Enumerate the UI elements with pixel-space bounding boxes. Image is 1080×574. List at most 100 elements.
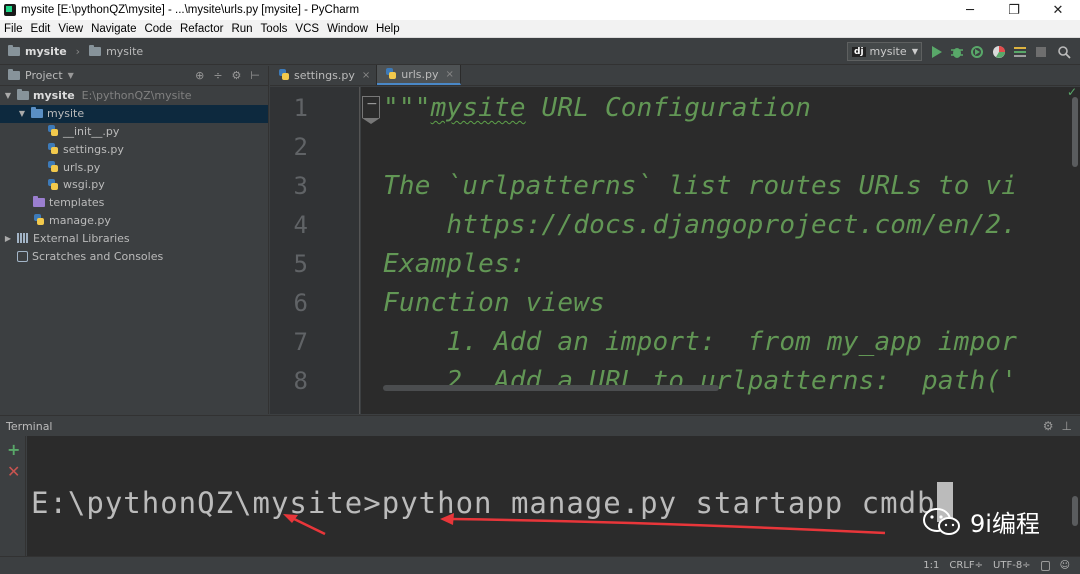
lock-icon[interactable] xyxy=(1040,560,1050,571)
watermark-text: 9i编程 xyxy=(970,510,1040,538)
project-view-title[interactable]: Project xyxy=(25,69,63,82)
menu-file[interactable]: File xyxy=(0,23,27,35)
run-config-name: mysite xyxy=(869,45,907,58)
menu-refactor[interactable]: Refactor xyxy=(176,23,227,35)
project-tools: ⊕ ÷ ⚙ ⊢ xyxy=(195,69,260,82)
search-icon[interactable] xyxy=(1057,45,1071,59)
file-name: settings.py xyxy=(63,142,124,156)
tree-item-file[interactable]: __init__.py xyxy=(0,123,268,141)
terminal-scrollbar[interactable] xyxy=(1072,496,1078,526)
close-tab-icon[interactable]: × xyxy=(362,70,370,81)
code-editor[interactable]: """mysite URL Configuration The `urlpatt… xyxy=(361,87,1080,414)
tree-item-file[interactable]: settings.py xyxy=(0,140,268,158)
menu-navigate[interactable]: Navigate xyxy=(87,23,140,35)
folder-icon xyxy=(8,45,20,56)
terminal-tools: ⚙ ⊥ xyxy=(1043,419,1072,433)
root-name: mysite xyxy=(33,89,75,103)
debug-icon[interactable] xyxy=(950,45,964,59)
tree-item-file[interactable]: wsgi.py xyxy=(0,176,268,194)
breadcrumb-root[interactable]: mysite xyxy=(25,45,67,58)
terminal-prompt: E:\pythonQZ\mysite> xyxy=(31,486,382,520)
spellcheck-word: mysite xyxy=(430,93,526,123)
menu-window[interactable]: Window xyxy=(323,23,372,35)
tree-item-file[interactable]: manage.py xyxy=(0,212,268,230)
inspector-icon[interactable]: ☺ xyxy=(1060,560,1070,571)
menu-bar: File Edit View Navigate Code Refactor Ru… xyxy=(0,20,1080,38)
code-line: https://docs.djangoproject.com/en/2. xyxy=(383,210,1018,240)
close-tab-icon[interactable]: × xyxy=(446,69,454,80)
docstring-quotes: """ xyxy=(383,93,431,123)
run-configuration-select[interactable]: dj mysite ▼ xyxy=(847,42,922,61)
python-file-icon xyxy=(47,143,59,155)
expanded-arrow-icon[interactable]: ▼ xyxy=(3,91,13,100)
hide-icon[interactable]: ⊥ xyxy=(1062,419,1072,433)
external-libraries-label: External Libraries xyxy=(33,231,130,245)
line-number: 3 xyxy=(293,172,308,200)
menu-help[interactable]: Help xyxy=(372,23,404,35)
terminal-header: Terminal ⚙ ⊥ xyxy=(0,415,1080,436)
build-icon[interactable] xyxy=(1013,45,1027,59)
python-file-icon xyxy=(47,178,59,191)
close-window-button[interactable]: ✕ xyxy=(1036,0,1080,20)
folder-icon xyxy=(89,45,102,56)
file-name: __init__.py xyxy=(63,124,120,138)
tree-item-file[interactable]: urls.py xyxy=(0,158,268,176)
watermark: 9i编程 xyxy=(922,504,1040,539)
tree-item-external-libraries[interactable]: ▶ External Libraries xyxy=(0,229,268,247)
chevron-down-icon[interactable]: ▼ xyxy=(68,71,74,80)
inspection-ok-icon[interactable]: ✓ xyxy=(1067,87,1077,99)
tab-urls-py[interactable]: urls.py × xyxy=(377,65,461,85)
horizontal-scrollbar[interactable] xyxy=(383,385,719,391)
line-number: 8 xyxy=(293,367,308,395)
menu-edit[interactable]: Edit xyxy=(27,23,55,35)
python-file-icon xyxy=(33,214,45,226)
tree-item-root[interactable]: ▼ mysite E:\pythonQZ\mysite xyxy=(0,87,268,105)
django-icon: dj xyxy=(852,46,866,57)
tree-item-scratches[interactable]: Scratches and Consoles xyxy=(0,247,268,265)
fold-marker-icon[interactable] xyxy=(362,96,380,124)
gear-icon[interactable]: ⚙ xyxy=(232,69,242,82)
editor-gutter: 1 2 3 4 5 6 7 8 xyxy=(270,87,360,414)
close-session-icon[interactable]: ✕ xyxy=(7,462,20,481)
project-tool-window: Project ▼ ⊕ ÷ ⚙ ⊢ ▼ mysite E:\pythonQZ\m… xyxy=(0,66,269,414)
expanded-arrow-icon[interactable]: ▼ xyxy=(17,109,27,118)
scratches-icon xyxy=(17,250,28,262)
line-number: 1 xyxy=(293,94,308,122)
gear-icon[interactable]: ⚙ xyxy=(1043,419,1054,433)
line-separator[interactable]: CRLF÷ xyxy=(949,560,983,571)
code-line: 1. Add an import: from my_app impor xyxy=(383,327,1018,357)
collapsed-arrow-icon[interactable]: ▶ xyxy=(3,234,13,243)
menu-vcs[interactable]: VCS xyxy=(291,23,323,35)
menu-tools[interactable]: Tools xyxy=(257,23,292,35)
line-number: 4 xyxy=(293,211,308,239)
menu-run[interactable]: Run xyxy=(227,23,256,35)
root-path: E:\pythonQZ\mysite xyxy=(81,89,192,103)
terminal-command: python manage.py startapp cmdb xyxy=(381,486,936,520)
run-icon[interactable] xyxy=(930,45,944,59)
hide-icon[interactable]: ⊢ xyxy=(250,69,260,82)
line-number: 2 xyxy=(293,133,308,161)
menu-code[interactable]: Code xyxy=(140,23,176,35)
file-encoding[interactable]: UTF-8÷ xyxy=(993,560,1031,571)
tab-settings-py[interactable]: settings.py × xyxy=(270,65,378,85)
terminal-output[interactable]: E:\pythonQZ\mysite>python manage.py star… xyxy=(27,436,1080,556)
locate-icon[interactable]: ⊕ xyxy=(195,69,204,82)
tree-item-package[interactable]: ▼ mysite xyxy=(0,104,268,123)
maximize-button[interactable]: ❐ xyxy=(992,0,1036,20)
chevron-down-icon: ▼ xyxy=(911,47,918,56)
vertical-scrollbar[interactable] xyxy=(1072,97,1078,167)
minimize-button[interactable]: ─ xyxy=(948,0,992,20)
wechat-logo-icon xyxy=(923,507,960,535)
tree-item-templates[interactable]: templates xyxy=(0,194,268,212)
breadcrumb: mysite › mysite xyxy=(8,45,143,58)
run-with-coverage-icon[interactable] xyxy=(970,45,984,59)
collapse-icon[interactable]: ÷ xyxy=(213,69,222,82)
python-file-icon xyxy=(47,161,59,173)
profile-icon[interactable] xyxy=(992,45,1006,59)
package-name: mysite xyxy=(47,107,85,121)
stop-icon[interactable] xyxy=(1034,45,1048,59)
menu-view[interactable]: View xyxy=(54,23,87,35)
new-session-icon[interactable]: + xyxy=(7,440,20,459)
breadcrumb-child[interactable]: mysite xyxy=(106,45,143,58)
caret-position[interactable]: 1:1 xyxy=(923,560,939,571)
